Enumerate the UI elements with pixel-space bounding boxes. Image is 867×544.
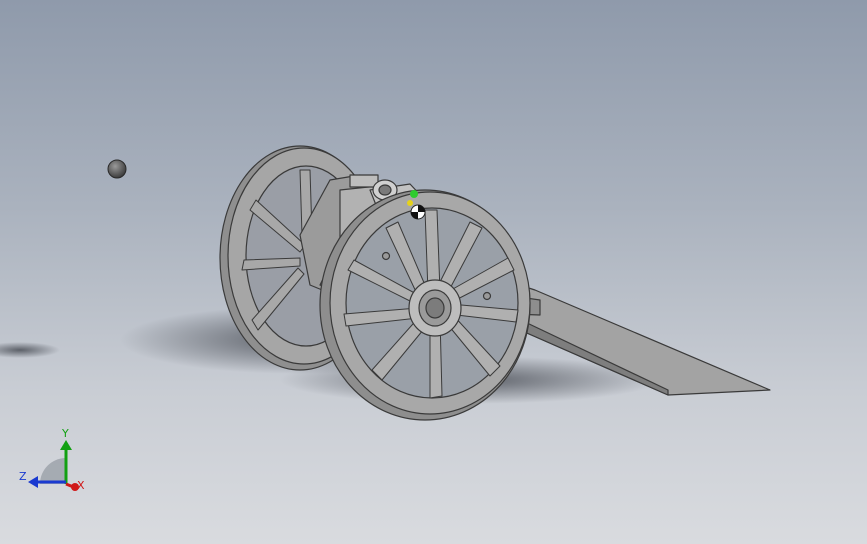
front-wheel[interactable] <box>319 189 531 421</box>
triad-y-arrow <box>60 440 72 450</box>
triad-x-label: X <box>77 479 85 492</box>
triad-y-label: Y <box>61 427 69 440</box>
cannon-ball[interactable] <box>107 159 127 179</box>
graphics-viewport[interactable]: Y Z X <box>0 0 867 544</box>
triad-z-label: Z <box>19 470 27 483</box>
triad-backdrop <box>40 458 66 484</box>
triad-z-arrow <box>28 476 38 488</box>
reference-triad[interactable]: Y Z X <box>19 427 85 492</box>
